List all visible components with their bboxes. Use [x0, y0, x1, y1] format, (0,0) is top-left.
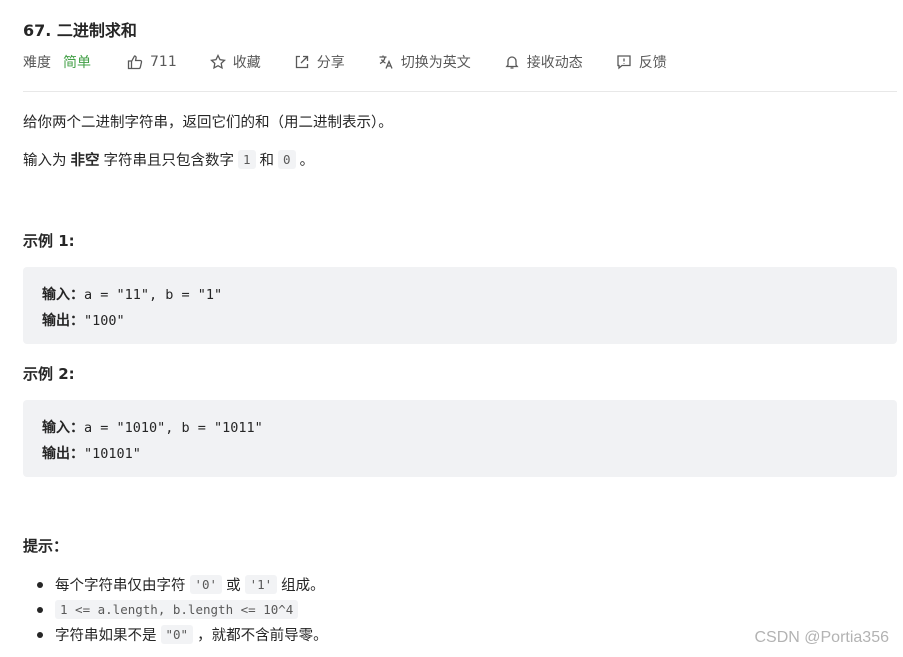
tip-text: 或 [226, 578, 241, 594]
difficulty: 难度 简单 [23, 52, 91, 72]
favorite-label: 收藏 [232, 55, 261, 71]
feedback-button[interactable]: 反馈 [615, 52, 667, 72]
description-line-1: 给你两个二进制字符串，返回它们的和（用二进制表示）。 [23, 111, 393, 132]
share-icon [293, 53, 311, 71]
description-line-2: 输入为 非空 字符串且只包含数字 1 和 0 。 [23, 149, 314, 170]
description-text: 和 [259, 153, 275, 169]
description-text: 。 [299, 153, 315, 169]
inline-code: 1 [238, 150, 256, 169]
output-value: "100" [84, 313, 125, 329]
share-button[interactable]: 分享 [293, 52, 345, 72]
example-output-row: 输出： "100" [42, 308, 878, 334]
inline-code: "0" [160, 625, 194, 644]
bell-icon [503, 53, 521, 71]
inline-code: '0' [189, 575, 223, 594]
inline-code: 0 [278, 150, 296, 169]
input-label: 输入： [42, 420, 84, 436]
example-input-row: 输入： a = "1010", b = "1011" [42, 415, 878, 441]
problem-meta-bar: 难度 简单 711 收藏 分享 切换为英文 接收动态 反馈 [23, 51, 667, 73]
tip-text: 组成。 [281, 578, 325, 594]
follow-label: 接收动态 [526, 55, 583, 71]
description-text: 字符串且只包含数字 [103, 153, 235, 169]
divider [23, 91, 897, 92]
input-label: 输入： [42, 287, 84, 303]
like-button[interactable]: 711 [126, 53, 177, 71]
example-1-block: 输入： a = "11", b = "1" 输出： "100" [23, 267, 897, 344]
emphasis-text: 非空 [70, 153, 100, 169]
description-text: 输入为 [23, 153, 67, 169]
tips-heading: 提示： [23, 537, 69, 555]
example-1-heading: 示例 1: [23, 232, 75, 250]
watermark: CSDN @Portia356 [754, 629, 889, 646]
tip-text: 每个字符串仅由字符 [55, 578, 186, 594]
inline-code: '1' [244, 575, 278, 594]
example-input-row: 输入： a = "11", b = "1" [42, 282, 878, 308]
tip-text: ，就都不含前导零。 [197, 628, 328, 644]
like-count: 711 [150, 54, 177, 70]
example-2-heading: 示例 2: [23, 365, 75, 383]
output-value: "10101" [84, 446, 141, 462]
tip-text: 字符串如果不是 [55, 628, 157, 644]
follow-button[interactable]: 接收动态 [503, 52, 583, 72]
output-label: 输出： [42, 313, 84, 329]
feedback-label: 反馈 [638, 55, 667, 71]
favorite-button[interactable]: 收藏 [209, 52, 261, 72]
inline-code: 1 <= a.length, b.length <= 10^4 [55, 600, 299, 619]
difficulty-label: 难度 [23, 55, 51, 71]
input-value: a = "1010", b = "1011" [84, 420, 263, 436]
list-item: 1 <= a.length, b.length <= 10^4 [37, 597, 328, 622]
translate-icon [377, 53, 395, 71]
output-label: 输出： [42, 446, 84, 462]
difficulty-value: 简单 [63, 55, 91, 71]
input-value: a = "11", b = "1" [84, 287, 223, 303]
list-item: 每个字符串仅由字符 '0' 或 '1' 组成。 [37, 572, 328, 597]
problem-title: 67. 二进制求和 [23, 21, 137, 40]
share-label: 分享 [316, 55, 345, 71]
description-text: 给你两个二进制字符串，返回它们的和（用二进制表示）。 [23, 115, 393, 131]
switch-language-button[interactable]: 切换为英文 [377, 52, 471, 72]
list-item: 字符串如果不是 "0" ，就都不含前导零。 [37, 622, 328, 647]
tips-list: 每个字符串仅由字符 '0' 或 '1' 组成。 1 <= a.length, b… [37, 572, 328, 647]
star-icon [209, 53, 227, 71]
switch-language-label: 切换为英文 [400, 55, 471, 71]
feedback-icon [615, 53, 633, 71]
example-2-block: 输入： a = "1010", b = "1011" 输出： "10101" [23, 400, 897, 477]
thumbs-up-icon [126, 53, 144, 71]
example-output-row: 输出： "10101" [42, 441, 878, 467]
